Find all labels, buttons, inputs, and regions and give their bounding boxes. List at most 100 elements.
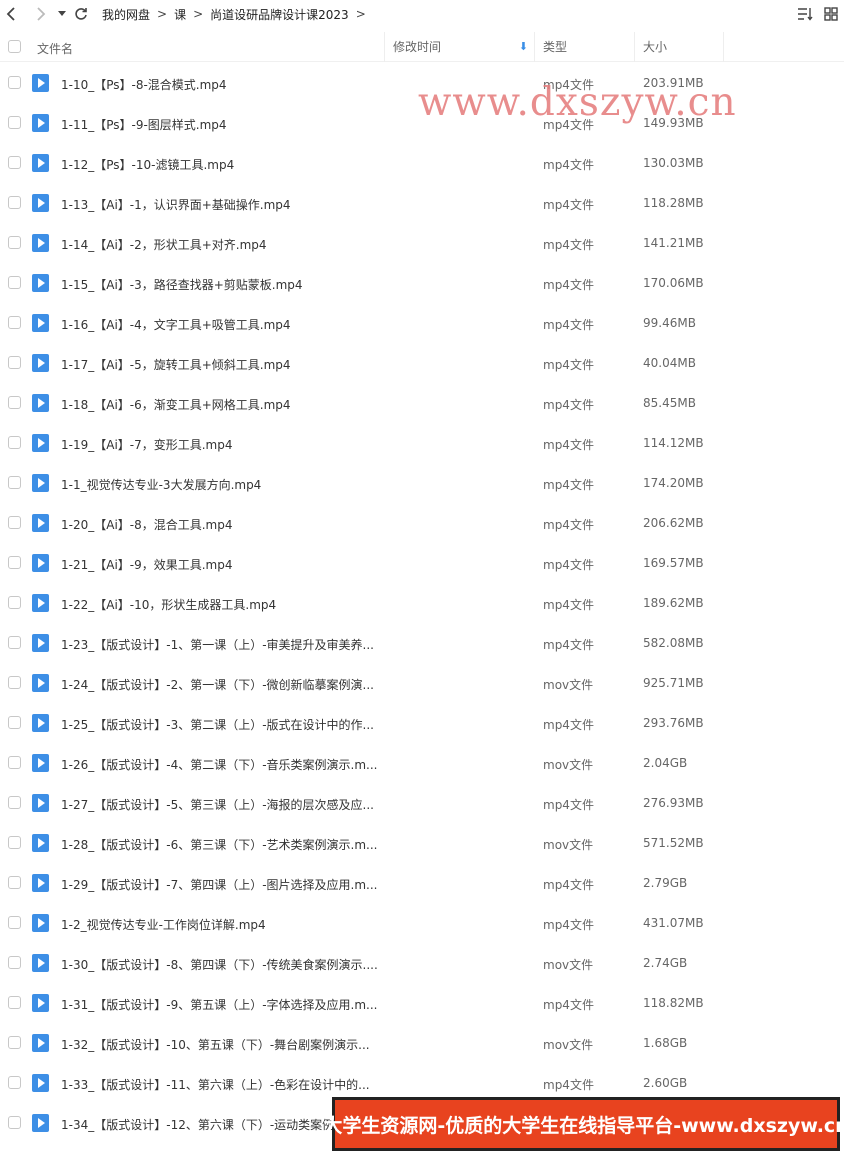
file-name[interactable]: 1-18_【Ai】-6，渐变工具+网格工具.mp4	[61, 396, 291, 413]
file-name[interactable]: 1-10_【Ps】-8-混合模式.mp4	[61, 76, 227, 93]
file-row[interactable]: 1-10_【Ps】-8-混合模式.mp4 mp4文件 203.91MB	[0, 63, 844, 103]
file-name[interactable]: 1-23_【版式设计】-1、第一课（上）-审美提升及审美养...	[61, 636, 374, 653]
file-row[interactable]: 1-27_【版式设计】-5、第三课（上）-海报的层次感及应... mp4文件 276…	[0, 783, 844, 823]
row-checkbox[interactable]	[8, 1076, 21, 1089]
row-checkbox[interactable]	[8, 76, 21, 89]
caret-down-icon	[58, 11, 66, 16]
file-name[interactable]: 1-15_【Ai】-3，路径查找器+剪贴蒙板.mp4	[61, 276, 303, 293]
grid-view-button[interactable]	[818, 0, 844, 28]
file-row[interactable]: 1-11_【Ps】-9-图层样式.mp4 mp4文件 149.93MB	[0, 103, 844, 143]
file-name[interactable]: 1-19_【Ai】-7，变形工具.mp4	[61, 436, 233, 453]
file-name[interactable]: 1-33_【版式设计】-11、第六课（上）-色彩在设计中的...	[61, 1076, 370, 1093]
row-checkbox[interactable]	[8, 636, 21, 649]
row-checkbox[interactable]	[8, 476, 21, 489]
history-dropdown[interactable]	[54, 0, 70, 28]
file-type: mp4文件	[543, 78, 594, 92]
video-file-icon	[32, 274, 49, 292]
file-row[interactable]: 1-28_【版式设计】-6、第三课（下）-艺术类案例演示.m... mov文件 57…	[0, 823, 844, 863]
view-controls	[792, 0, 844, 28]
file-name[interactable]: 1-1_视觉传达专业-3大发展方向.mp4	[61, 476, 261, 493]
row-checkbox[interactable]	[8, 1036, 21, 1049]
file-name[interactable]: 1-2_视觉传达专业-工作岗位详解.mp4	[61, 916, 266, 933]
row-checkbox[interactable]	[8, 876, 21, 889]
file-row[interactable]: 1-32_【版式设计】-10、第五课（下）-舞台剧案例演示... mov文件 1.6…	[0, 1023, 844, 1063]
row-checkbox[interactable]	[8, 916, 21, 929]
file-row[interactable]: 1-17_【Ai】-5，旋转工具+倾斜工具.mp4 mp4文件 40.04MB	[0, 343, 844, 383]
file-row[interactable]: 1-23_【版式设计】-1、第一课（上）-审美提升及审美养... mp4文件 582…	[0, 623, 844, 663]
file-row[interactable]: 1-1_视觉传达专业-3大发展方向.mp4 mp4文件 174.20MB	[0, 463, 844, 503]
row-checkbox[interactable]	[8, 276, 21, 289]
row-checkbox[interactable]	[8, 116, 21, 129]
file-name[interactable]: 1-22_【Ai】-10，形状生成器工具.mp4	[61, 596, 276, 613]
file-row[interactable]: 1-15_【Ai】-3，路径查找器+剪贴蒙板.mp4 mp4文件 170.06MB	[0, 263, 844, 303]
row-checkbox[interactable]	[8, 356, 21, 369]
file-row[interactable]: 1-20_【Ai】-8，混合工具.mp4 mp4文件 206.62MB	[0, 503, 844, 543]
row-checkbox[interactable]	[8, 236, 21, 249]
column-header-type[interactable]: 类型	[534, 32, 634, 62]
file-row[interactable]: 1-2_视觉传达专业-工作岗位详解.mp4 mp4文件 431.07MB	[0, 903, 844, 943]
file-row[interactable]: 1-18_【Ai】-6，渐变工具+网格工具.mp4 mp4文件 85.45MB	[0, 383, 844, 423]
file-type: mp4文件	[543, 798, 594, 812]
row-checkbox[interactable]	[8, 996, 21, 1009]
back-button[interactable]	[0, 0, 22, 28]
row-checkbox[interactable]	[8, 156, 21, 169]
file-name[interactable]: 1-30_【版式设计】-8、第四课（下）-传统美食案例演示....	[61, 956, 378, 973]
file-name[interactable]: 1-24_【版式设计】-2、第一课（下）-微创新临摹案例演...	[61, 676, 374, 693]
forward-button[interactable]	[30, 0, 52, 28]
toolbar: 我的网盘 > 课 > 尚道设研品牌设计课2023 >	[0, 0, 844, 28]
file-name[interactable]: 1-32_【版式设计】-10、第五课（下）-舞台剧案例演示...	[61, 1036, 370, 1053]
file-name[interactable]: 1-21_【Ai】-9，效果工具.mp4	[61, 556, 233, 573]
file-name[interactable]: 1-17_【Ai】-5，旋转工具+倾斜工具.mp4	[61, 356, 291, 373]
row-checkbox[interactable]	[8, 396, 21, 409]
breadcrumb-item-root[interactable]: 我的网盘	[102, 6, 150, 23]
file-name[interactable]: 1-20_【Ai】-8，混合工具.mp4	[61, 516, 233, 533]
file-name[interactable]: 1-25_【版式设计】-3、第二课（上）-版式在设计中的作...	[61, 716, 374, 733]
file-row[interactable]: 1-16_【Ai】-4，文字工具+吸管工具.mp4 mp4文件 99.46MB	[0, 303, 844, 343]
file-row[interactable]: 1-24_【版式设计】-2、第一课（下）-微创新临摹案例演... mov文件 925…	[0, 663, 844, 703]
row-checkbox[interactable]	[8, 716, 21, 729]
file-type: mov文件	[543, 758, 594, 772]
file-row[interactable]: 1-22_【Ai】-10，形状生成器工具.mp4 mp4文件 189.62MB	[0, 583, 844, 623]
file-name[interactable]: 1-11_【Ps】-9-图层样式.mp4	[61, 116, 227, 133]
row-checkbox[interactable]	[8, 796, 21, 809]
row-checkbox[interactable]	[8, 316, 21, 329]
select-all-checkbox[interactable]	[8, 40, 21, 53]
row-checkbox[interactable]	[8, 676, 21, 689]
breadcrumb-item-current[interactable]: 尚道设研品牌设计课2023	[210, 6, 349, 23]
row-checkbox[interactable]	[8, 436, 21, 449]
row-checkbox[interactable]	[8, 556, 21, 569]
file-name[interactable]: 1-29_【版式设计】-7、第四课（上）-图片选择及应用.m...	[61, 876, 377, 893]
column-header-size[interactable]: 大小	[634, 32, 724, 62]
sort-button[interactable]	[792, 0, 818, 28]
file-row[interactable]: 1-31_【版式设计】-9、第五课（上）-字体选择及应用.m... mp4文件 11…	[0, 983, 844, 1023]
column-header-mtime[interactable]: 修改时间 ⬇	[384, 32, 534, 62]
file-row[interactable]: 1-12_【Ps】-10-滤镜工具.mp4 mp4文件 130.03MB	[0, 143, 844, 183]
file-row[interactable]: 1-30_【版式设计】-8、第四课（下）-传统美食案例演示.... mov文件 2.…	[0, 943, 844, 983]
row-checkbox[interactable]	[8, 516, 21, 529]
file-row[interactable]: 1-19_【Ai】-7，变形工具.mp4 mp4文件 114.12MB	[0, 423, 844, 463]
file-row[interactable]: 1-13_【Ai】-1，认识界面+基础操作.mp4 mp4文件 118.28MB	[0, 183, 844, 223]
file-name[interactable]: 1-12_【Ps】-10-滤镜工具.mp4	[61, 156, 234, 173]
file-name[interactable]: 1-14_【Ai】-2，形状工具+对齐.mp4	[61, 236, 267, 253]
row-checkbox[interactable]	[8, 196, 21, 209]
row-checkbox[interactable]	[8, 956, 21, 969]
file-row[interactable]: 1-21_【Ai】-9，效果工具.mp4 mp4文件 169.57MB	[0, 543, 844, 583]
chevron-right-icon[interactable]: >	[356, 7, 366, 21]
refresh-button[interactable]	[70, 0, 92, 28]
breadcrumb-item-course[interactable]: 课	[174, 6, 186, 23]
file-row[interactable]: 1-25_【版式设计】-3、第二课（上）-版式在设计中的作... mp4文件 293…	[0, 703, 844, 743]
file-name[interactable]: 1-27_【版式设计】-5、第三课（上）-海报的层次感及应...	[61, 796, 374, 813]
file-name[interactable]: 1-16_【Ai】-4，文字工具+吸管工具.mp4	[61, 316, 291, 333]
file-row[interactable]: 1-29_【版式设计】-7、第四课（上）-图片选择及应用.m... mp4文件 2.…	[0, 863, 844, 903]
file-name[interactable]: 1-26_【版式设计】-4、第二课（下）-音乐类案例演示.m...	[61, 756, 377, 773]
row-checkbox[interactable]	[8, 596, 21, 609]
file-name[interactable]: 1-13_【Ai】-1，认识界面+基础操作.mp4	[61, 196, 291, 213]
file-row[interactable]: 1-14_【Ai】-2，形状工具+对齐.mp4 mp4文件 141.21MB	[0, 223, 844, 263]
row-checkbox[interactable]	[8, 756, 21, 769]
row-checkbox[interactable]	[8, 1116, 21, 1129]
column-header-name[interactable]: 文件名	[37, 40, 73, 57]
file-row[interactable]: 1-26_【版式设计】-4、第二课（下）-音乐类案例演示.m... mov文件 2.…	[0, 743, 844, 783]
row-checkbox[interactable]	[8, 836, 21, 849]
file-name[interactable]: 1-28_【版式设计】-6、第三课（下）-艺术类案例演示.m...	[61, 836, 377, 853]
file-name[interactable]: 1-31_【版式设计】-9、第五课（上）-字体选择及应用.m...	[61, 996, 377, 1013]
